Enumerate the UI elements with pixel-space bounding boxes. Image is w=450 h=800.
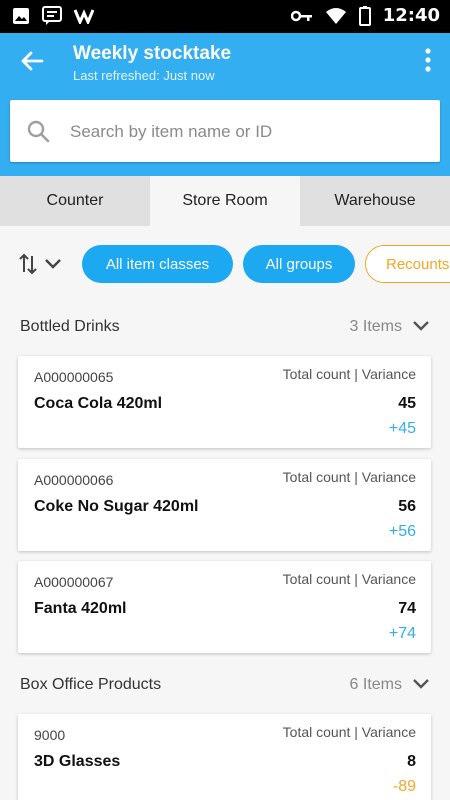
item-variance: -89 bbox=[392, 778, 416, 795]
search-icon bbox=[27, 120, 50, 143]
page-title: Weekly stocktake bbox=[73, 43, 232, 64]
list-item[interactable]: A000000065 Total count | Variance Coca C… bbox=[18, 356, 431, 448]
group-header-bottled-drinks[interactable]: Bottled Drinks 3 Items bbox=[20, 307, 430, 347]
item-name: Coca Cola 420ml bbox=[34, 395, 163, 412]
item-name: Coke No Sugar 420ml bbox=[34, 498, 199, 515]
clock: 12:40 bbox=[382, 5, 440, 26]
stock-list: Bottled Drinks 3 Items A000000065 Total … bbox=[0, 304, 450, 800]
item-variance: +74 bbox=[388, 625, 416, 642]
image-icon bbox=[13, 8, 29, 24]
tab-counter[interactable]: Counter bbox=[0, 176, 150, 226]
list-item[interactable]: A000000066 Total count | Variance Coke N… bbox=[18, 459, 431, 551]
sort-icon bbox=[19, 253, 37, 275]
chevron-down-icon[interactable] bbox=[412, 677, 430, 693]
group-name: Bottled Drinks bbox=[20, 318, 120, 335]
item-name: Fanta 420ml bbox=[34, 600, 127, 617]
filter-chip-groups[interactable]: All groups bbox=[243, 245, 355, 283]
item-code: A000000067 bbox=[34, 574, 114, 590]
sort-button[interactable] bbox=[18, 252, 62, 276]
count-variance-header: Total count | Variance bbox=[282, 366, 416, 382]
app-bar: Weekly stocktake Last refreshed: Just no… bbox=[0, 33, 450, 176]
chevron-down-icon bbox=[45, 259, 61, 269]
group-name: Box Office Products bbox=[20, 676, 162, 693]
battery-icon bbox=[358, 5, 371, 26]
count-variance-header: Total count | Variance bbox=[282, 469, 416, 485]
group-header-box-office-products[interactable]: Box Office Products 6 Items bbox=[20, 665, 430, 705]
group-item-count: 6 Items bbox=[349, 676, 402, 693]
item-code: A000000066 bbox=[34, 472, 114, 488]
more-vert-icon[interactable] bbox=[420, 46, 436, 74]
search-box bbox=[10, 100, 440, 162]
wifi-icon bbox=[325, 7, 346, 24]
filter-bar: All item classes All groups Recounts bbox=[0, 226, 450, 304]
list-item[interactable]: 9000 Total count | Variance 3D Glasses 8… bbox=[18, 714, 431, 800]
back-arrow-icon[interactable] bbox=[18, 47, 46, 75]
item-variance: +56 bbox=[388, 523, 416, 540]
item-total-count: 56 bbox=[398, 498, 416, 515]
message-icon bbox=[42, 6, 62, 25]
item-variance: +45 bbox=[388, 420, 416, 437]
item-total-count: 74 bbox=[398, 600, 416, 617]
tab-warehouse[interactable]: Warehouse bbox=[300, 176, 450, 226]
item-code: A000000065 bbox=[34, 369, 114, 385]
status-left-icons bbox=[12, 6, 94, 26]
vpn-key-icon bbox=[290, 10, 312, 21]
chevron-down-icon[interactable] bbox=[412, 319, 430, 335]
search-input[interactable] bbox=[68, 118, 422, 146]
page-subtitle: Last refreshed: Just now bbox=[73, 68, 215, 83]
list-item[interactable]: A000000067 Total count | Variance Fanta … bbox=[18, 561, 431, 653]
item-total-count: 8 bbox=[407, 753, 416, 770]
tab-store-room[interactable]: Store Room bbox=[150, 176, 300, 226]
count-variance-header: Total count | Variance bbox=[282, 571, 416, 587]
app-logo-icon bbox=[74, 9, 94, 24]
group-item-count: 3 Items bbox=[349, 318, 402, 335]
status-right-icons: 12:40 bbox=[290, 5, 440, 26]
filter-chip-recounts[interactable]: Recounts bbox=[365, 245, 450, 283]
location-tabs: Counter Store Room Warehouse bbox=[0, 176, 450, 226]
item-code: 9000 bbox=[34, 727, 66, 743]
item-total-count: 45 bbox=[398, 395, 416, 412]
item-name: 3D Glasses bbox=[34, 753, 121, 770]
filter-chip-item-classes[interactable]: All item classes bbox=[82, 245, 233, 283]
status-bar: 12:40 bbox=[0, 0, 450, 33]
count-variance-header: Total count | Variance bbox=[282, 724, 416, 740]
